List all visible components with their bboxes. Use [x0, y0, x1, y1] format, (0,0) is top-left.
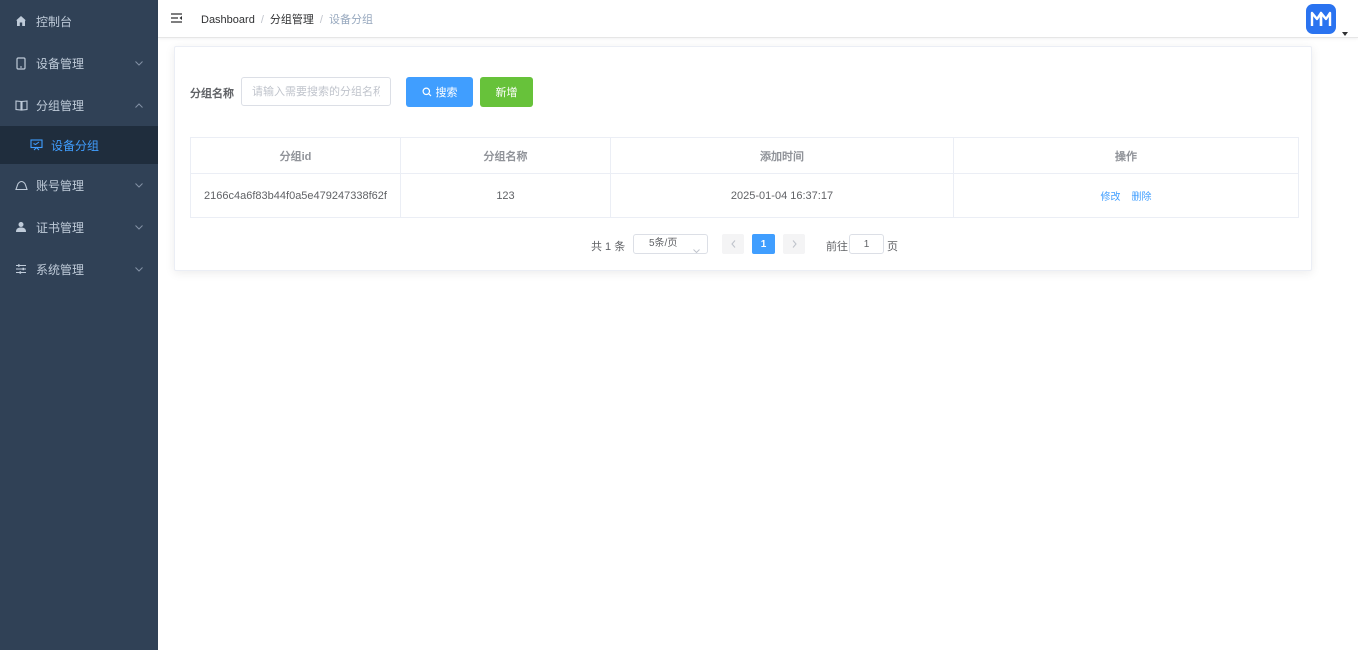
chevron-down-icon	[134, 58, 144, 68]
sidebar-item-device-group[interactable]: 设备分组	[0, 126, 158, 164]
chevron-down-icon	[134, 222, 144, 232]
breadcrumb-dashboard[interactable]: Dashboard	[201, 14, 255, 26]
cell-group-id: 2166c4a6f83b44f0a5e479247338f62f	[190, 173, 401, 218]
chevron-up-icon	[134, 100, 144, 110]
caret-down-icon[interactable]	[1341, 24, 1349, 36]
group-name-label: 分组名称	[190, 88, 234, 100]
group-name-input[interactable]	[241, 77, 391, 106]
search-icon	[422, 87, 432, 97]
group-table: 分组id 分组名称 添加时间 操作 2166c4a6f83b44f0a5e479…	[190, 137, 1299, 218]
sliders-icon	[14, 262, 28, 276]
cell-group-name: 123	[400, 173, 611, 218]
pagination-total: 共 1 条	[591, 241, 626, 253]
next-page-button[interactable]	[783, 234, 805, 254]
column-header-group-id: 分组id	[190, 137, 401, 174]
sidebar-item-label: 分组管理	[36, 98, 85, 113]
sidebar: 控制台 设备管理 分组管理 设备分组 账号管理 证书管理 系统管理	[0, 0, 158, 650]
column-header-group-name: 分组名称	[400, 137, 611, 174]
avatar[interactable]	[1306, 4, 1336, 34]
sidebar-item-label: 账号管理	[36, 178, 85, 193]
sidebar-item-system-management[interactable]: 系统管理	[0, 248, 158, 290]
tablet-icon	[14, 56, 28, 70]
sidebar-item-account-management[interactable]: 账号管理	[0, 164, 158, 206]
page-size-value: 5条/页	[649, 238, 678, 249]
page-number-current[interactable]: 1	[752, 234, 775, 254]
column-header-added-time: 添加时间	[610, 137, 954, 174]
breadcrumb-device-group: 设备分组	[328, 14, 373, 26]
table-header-row: 分组id 分组名称 添加时间 操作	[190, 137, 1299, 174]
pagination: 共 1 条 5条/页 1 前往 页	[175, 234, 1311, 254]
content-card: 分组名称 搜索 新增 分组id 分组名称 添加时间 操作 2166c4a6f83…	[174, 46, 1312, 271]
sidebar-item-label: 设备管理	[36, 56, 85, 71]
sidebar-item-label: 系统管理	[36, 262, 85, 277]
page-size-select[interactable]: 5条/页	[633, 234, 708, 254]
search-button-label: 搜索	[435, 87, 458, 99]
sidebar-item-dashboard[interactable]: 控制台	[0, 0, 158, 42]
cell-actions: 修改 删除	[953, 173, 1299, 218]
hamburger-menu-icon[interactable]	[170, 11, 184, 25]
chevron-right-icon	[792, 240, 797, 248]
chevron-down-icon	[134, 264, 144, 274]
breadcrumb: Dashboard / 分组管理 / 设备分组	[201, 14, 373, 26]
chevron-left-icon	[730, 240, 735, 248]
sidebar-item-device-management[interactable]: 设备管理	[0, 42, 158, 84]
sidebar-item-label: 证书管理	[36, 220, 85, 235]
column-header-actions: 操作	[953, 137, 1299, 174]
book-icon	[14, 98, 28, 112]
prev-page-button[interactable]	[722, 234, 744, 254]
monitor-icon	[29, 138, 43, 152]
add-button-label: 新增	[495, 87, 518, 99]
delete-link[interactable]: 删除	[1132, 192, 1152, 203]
top-navbar: Dashboard / 分组管理 / 设备分组	[158, 0, 1358, 38]
goto-page-input[interactable]	[849, 234, 884, 254]
goto-suffix: 页	[887, 241, 898, 253]
sidebar-item-group-management[interactable]: 分组管理	[0, 84, 158, 126]
sidebar-item-certificate-management[interactable]: 证书管理	[0, 206, 158, 248]
search-button[interactable]: 搜索	[406, 77, 473, 107]
chevron-down-icon	[693, 242, 700, 260]
breadcrumb-group-management[interactable]: 分组管理	[270, 14, 314, 26]
sidebar-item-label: 控制台	[36, 14, 73, 29]
user-icon	[14, 220, 28, 234]
add-button[interactable]: 新增	[480, 77, 533, 107]
cell-added-time: 2025-01-04 16:37:17	[610, 173, 954, 218]
table-row: 2166c4a6f83b44f0a5e479247338f62f 123 202…	[190, 173, 1299, 218]
edit-link[interactable]: 修改	[1100, 192, 1120, 203]
cloud-icon	[14, 178, 28, 192]
logo-icon	[1310, 11, 1332, 26]
goto-label: 前往	[826, 241, 848, 253]
home-icon	[14, 14, 28, 28]
sidebar-subitem-label: 设备分组	[51, 138, 100, 153]
chevron-down-icon	[134, 180, 144, 190]
